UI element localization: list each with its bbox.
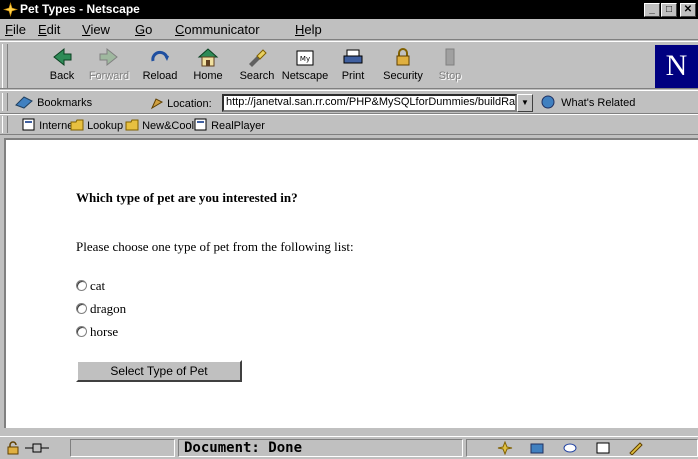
radio-button[interactable] bbox=[76, 303, 87, 314]
status-bar: Document: Done bbox=[0, 436, 698, 459]
menu-edit[interactable]: Edit bbox=[38, 22, 60, 37]
menu-help[interactable]: Help bbox=[295, 22, 322, 37]
radio-option-horse[interactable]: horse bbox=[76, 324, 118, 340]
personal-toolbar: Internet Lookup New&Cool RealPlayer bbox=[0, 114, 698, 135]
netscape-logo: N bbox=[655, 45, 698, 88]
personal-grip[interactable] bbox=[2, 116, 8, 133]
instruction-text: Please choose one type of pet from the f… bbox=[76, 239, 354, 254]
toolbar-grip[interactable] bbox=[2, 44, 8, 88]
folder-icon bbox=[125, 119, 139, 131]
radio-option-dragon[interactable]: dragon bbox=[76, 301, 126, 317]
connection-icon bbox=[25, 443, 49, 453]
page-proxy-icon bbox=[150, 98, 164, 110]
back-arrow-icon bbox=[53, 47, 72, 67]
netscape-app-icon bbox=[3, 2, 18, 17]
stop-button[interactable]: Stop bbox=[425, 44, 475, 88]
stop-icon bbox=[445, 48, 455, 66]
internet-link[interactable]: Internet bbox=[22, 118, 76, 132]
menu-communicator[interactable]: Communicator bbox=[175, 22, 260, 37]
location-dropdown-button[interactable]: ▼ bbox=[517, 94, 533, 112]
navigator-component-icon[interactable] bbox=[497, 441, 513, 455]
realplayer-link[interactable]: RealPlayer bbox=[194, 118, 265, 132]
my-netscape-icon: My bbox=[296, 50, 314, 66]
newcool-link[interactable]: New&Cool bbox=[125, 118, 194, 132]
reload-icon bbox=[151, 50, 169, 62]
menu-bar: File Edit View Go Communicator Help bbox=[0, 19, 698, 40]
progress-cell bbox=[70, 439, 175, 457]
menu-view[interactable]: View bbox=[82, 22, 110, 37]
forward-arrow-icon bbox=[99, 47, 118, 67]
forward-button[interactable]: Forward bbox=[84, 44, 134, 88]
bookmark-icon bbox=[15, 96, 33, 109]
netscape-button[interactable]: My Netscape bbox=[280, 44, 330, 88]
page-icon bbox=[194, 118, 207, 131]
printer-icon bbox=[343, 49, 363, 64]
radio-button[interactable] bbox=[76, 326, 87, 337]
maximize-button[interactable]: □ bbox=[661, 3, 677, 17]
lookup-link[interactable]: Lookup bbox=[70, 118, 123, 132]
page-content: Which type of pet are you interested in?… bbox=[4, 138, 698, 428]
padlock-icon bbox=[396, 48, 410, 66]
composer-component-icon[interactable] bbox=[595, 441, 611, 455]
menu-go[interactable]: Go bbox=[135, 22, 152, 37]
edit-pen-icon[interactable] bbox=[628, 441, 644, 455]
menu-file[interactable]: File bbox=[5, 22, 26, 37]
window-title: Pet Types - Netscape bbox=[20, 2, 140, 16]
page-icon bbox=[22, 118, 35, 131]
navigation-toolbar: Back Forward Reload Home Search My Netsc… bbox=[0, 41, 698, 89]
status-text: Document: Done bbox=[184, 440, 303, 456]
location-toolbar: Bookmarks Location: http://janetval.san.… bbox=[0, 90, 698, 114]
folder-icon bbox=[70, 119, 84, 131]
minimize-button[interactable]: _ bbox=[644, 3, 660, 17]
location-grip[interactable] bbox=[2, 93, 8, 111]
print-button[interactable]: Print bbox=[328, 44, 378, 88]
whats-related-icon bbox=[541, 95, 555, 109]
svg-text:My: My bbox=[300, 55, 310, 63]
security-button[interactable]: Security bbox=[378, 44, 428, 88]
radio-option-cat[interactable]: cat bbox=[76, 278, 105, 294]
select-pet-button[interactable]: Select Type of Pet bbox=[76, 360, 242, 382]
question-heading: Which type of pet are you interested in? bbox=[76, 190, 298, 205]
location-label: Location: bbox=[150, 96, 212, 110]
whats-related-button[interactable]: What's Related bbox=[540, 95, 635, 109]
search-button[interactable]: Search bbox=[232, 44, 282, 88]
back-button[interactable]: Back bbox=[37, 44, 87, 88]
location-url-input[interactable]: http://janetval.san.rr.com/PHP&MySQLforD… bbox=[222, 94, 517, 112]
search-flashlight-icon bbox=[249, 49, 267, 67]
reload-button[interactable]: Reload bbox=[135, 44, 185, 88]
bookmarks-button[interactable]: Bookmarks bbox=[14, 95, 92, 111]
discussions-component-icon[interactable] bbox=[562, 441, 578, 455]
radio-button[interactable] bbox=[76, 280, 87, 291]
security-lock-icon[interactable] bbox=[6, 441, 20, 455]
home-icon bbox=[197, 48, 219, 67]
title-bar: Pet Types - Netscape _ □ ✕ bbox=[0, 0, 698, 19]
mail-component-icon[interactable] bbox=[529, 441, 545, 455]
home-button[interactable]: Home bbox=[183, 44, 233, 88]
close-button[interactable]: ✕ bbox=[680, 3, 696, 17]
